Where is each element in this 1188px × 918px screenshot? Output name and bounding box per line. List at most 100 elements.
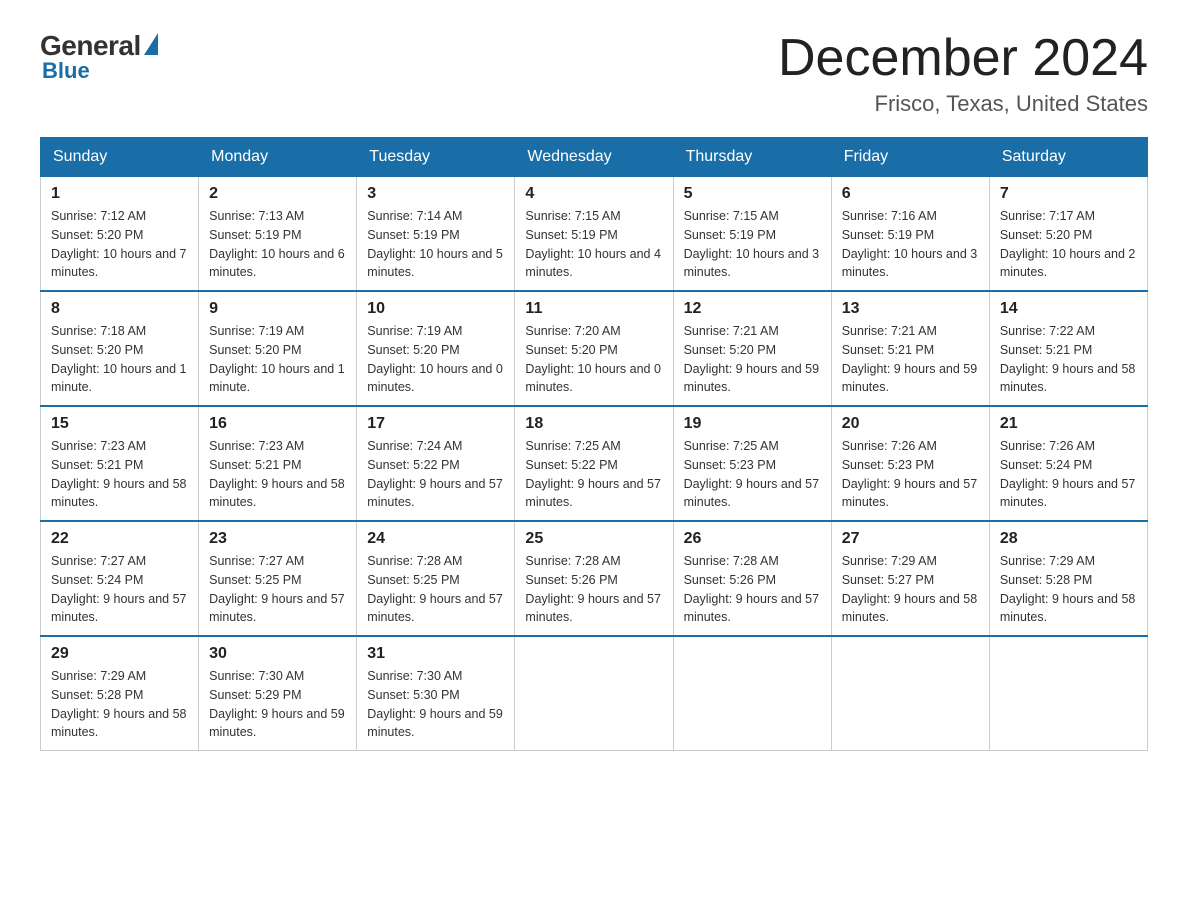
day-info: Sunrise: 7:23 AMSunset: 5:21 PMDaylight:… [51, 437, 188, 512]
day-number: 23 [209, 530, 346, 548]
day-number: 4 [525, 185, 662, 203]
day-info: Sunrise: 7:25 AMSunset: 5:23 PMDaylight:… [684, 437, 821, 512]
day-info: Sunrise: 7:15 AMSunset: 5:19 PMDaylight:… [525, 207, 662, 282]
day-info: Sunrise: 7:21 AMSunset: 5:21 PMDaylight:… [842, 322, 979, 397]
table-row: 14 Sunrise: 7:22 AMSunset: 5:21 PMDaylig… [989, 291, 1147, 406]
table-row: 13 Sunrise: 7:21 AMSunset: 5:21 PMDaylig… [831, 291, 989, 406]
table-row: 10 Sunrise: 7:19 AMSunset: 5:20 PMDaylig… [357, 291, 515, 406]
logo-blue-text: Blue [42, 58, 90, 84]
day-info: Sunrise: 7:21 AMSunset: 5:20 PMDaylight:… [684, 322, 821, 397]
table-row: 21 Sunrise: 7:26 AMSunset: 5:24 PMDaylig… [989, 406, 1147, 521]
day-info: Sunrise: 7:28 AMSunset: 5:25 PMDaylight:… [367, 552, 504, 627]
day-number: 17 [367, 415, 504, 433]
table-row: 8 Sunrise: 7:18 AMSunset: 5:20 PMDayligh… [41, 291, 199, 406]
table-row [989, 636, 1147, 751]
table-row: 15 Sunrise: 7:23 AMSunset: 5:21 PMDaylig… [41, 406, 199, 521]
day-number: 10 [367, 300, 504, 318]
day-info: Sunrise: 7:27 AMSunset: 5:25 PMDaylight:… [209, 552, 346, 627]
title-section: December 2024 Frisco, Texas, United Stat… [778, 30, 1148, 117]
day-number: 12 [684, 300, 821, 318]
col-thursday: Thursday [673, 138, 831, 177]
day-info: Sunrise: 7:23 AMSunset: 5:21 PMDaylight:… [209, 437, 346, 512]
day-info: Sunrise: 7:29 AMSunset: 5:28 PMDaylight:… [51, 667, 188, 742]
day-info: Sunrise: 7:26 AMSunset: 5:23 PMDaylight:… [842, 437, 979, 512]
day-number: 9 [209, 300, 346, 318]
day-number: 18 [525, 415, 662, 433]
logo-triangle-icon [144, 33, 158, 55]
day-info: Sunrise: 7:22 AMSunset: 5:21 PMDaylight:… [1000, 322, 1137, 397]
day-number: 3 [367, 185, 504, 203]
day-info: Sunrise: 7:27 AMSunset: 5:24 PMDaylight:… [51, 552, 188, 627]
day-number: 2 [209, 185, 346, 203]
day-number: 24 [367, 530, 504, 548]
day-info: Sunrise: 7:30 AMSunset: 5:29 PMDaylight:… [209, 667, 346, 742]
day-info: Sunrise: 7:24 AMSunset: 5:22 PMDaylight:… [367, 437, 504, 512]
day-number: 6 [842, 185, 979, 203]
col-saturday: Saturday [989, 138, 1147, 177]
table-row: 23 Sunrise: 7:27 AMSunset: 5:25 PMDaylig… [199, 521, 357, 636]
day-number: 29 [51, 645, 188, 663]
calendar-week-row: 29 Sunrise: 7:29 AMSunset: 5:28 PMDaylig… [41, 636, 1148, 751]
table-row: 26 Sunrise: 7:28 AMSunset: 5:26 PMDaylig… [673, 521, 831, 636]
calendar-header-row: Sunday Monday Tuesday Wednesday Thursday… [41, 138, 1148, 177]
table-row: 4 Sunrise: 7:15 AMSunset: 5:19 PMDayligh… [515, 177, 673, 292]
day-info: Sunrise: 7:19 AMSunset: 5:20 PMDaylight:… [209, 322, 346, 397]
day-info: Sunrise: 7:13 AMSunset: 5:19 PMDaylight:… [209, 207, 346, 282]
col-tuesday: Tuesday [357, 138, 515, 177]
calendar-week-row: 15 Sunrise: 7:23 AMSunset: 5:21 PMDaylig… [41, 406, 1148, 521]
day-info: Sunrise: 7:14 AMSunset: 5:19 PMDaylight:… [367, 207, 504, 282]
logo: General Blue [40, 30, 158, 84]
col-friday: Friday [831, 138, 989, 177]
table-row: 17 Sunrise: 7:24 AMSunset: 5:22 PMDaylig… [357, 406, 515, 521]
day-number: 30 [209, 645, 346, 663]
day-number: 26 [684, 530, 821, 548]
table-row [673, 636, 831, 751]
table-row [515, 636, 673, 751]
day-number: 21 [1000, 415, 1137, 433]
table-row: 6 Sunrise: 7:16 AMSunset: 5:19 PMDayligh… [831, 177, 989, 292]
table-row: 3 Sunrise: 7:14 AMSunset: 5:19 PMDayligh… [357, 177, 515, 292]
table-row: 31 Sunrise: 7:30 AMSunset: 5:30 PMDaylig… [357, 636, 515, 751]
table-row: 28 Sunrise: 7:29 AMSunset: 5:28 PMDaylig… [989, 521, 1147, 636]
day-number: 27 [842, 530, 979, 548]
day-number: 8 [51, 300, 188, 318]
day-info: Sunrise: 7:20 AMSunset: 5:20 PMDaylight:… [525, 322, 662, 397]
day-info: Sunrise: 7:12 AMSunset: 5:20 PMDaylight:… [51, 207, 188, 282]
day-number: 20 [842, 415, 979, 433]
table-row: 5 Sunrise: 7:15 AMSunset: 5:19 PMDayligh… [673, 177, 831, 292]
day-number: 25 [525, 530, 662, 548]
table-row: 29 Sunrise: 7:29 AMSunset: 5:28 PMDaylig… [41, 636, 199, 751]
day-number: 15 [51, 415, 188, 433]
col-wednesday: Wednesday [515, 138, 673, 177]
table-row [831, 636, 989, 751]
day-info: Sunrise: 7:29 AMSunset: 5:28 PMDaylight:… [1000, 552, 1137, 627]
day-number: 13 [842, 300, 979, 318]
day-info: Sunrise: 7:18 AMSunset: 5:20 PMDaylight:… [51, 322, 188, 397]
calendar-table: Sunday Monday Tuesday Wednesday Thursday… [40, 137, 1148, 751]
day-number: 5 [684, 185, 821, 203]
location-text: Frisco, Texas, United States [778, 91, 1148, 117]
table-row: 20 Sunrise: 7:26 AMSunset: 5:23 PMDaylig… [831, 406, 989, 521]
table-row: 9 Sunrise: 7:19 AMSunset: 5:20 PMDayligh… [199, 291, 357, 406]
day-number: 16 [209, 415, 346, 433]
day-info: Sunrise: 7:17 AMSunset: 5:20 PMDaylight:… [1000, 207, 1137, 282]
col-monday: Monday [199, 138, 357, 177]
calendar-week-row: 8 Sunrise: 7:18 AMSunset: 5:20 PMDayligh… [41, 291, 1148, 406]
calendar-week-row: 1 Sunrise: 7:12 AMSunset: 5:20 PMDayligh… [41, 177, 1148, 292]
day-info: Sunrise: 7:29 AMSunset: 5:27 PMDaylight:… [842, 552, 979, 627]
day-info: Sunrise: 7:25 AMSunset: 5:22 PMDaylight:… [525, 437, 662, 512]
day-info: Sunrise: 7:28 AMSunset: 5:26 PMDaylight:… [684, 552, 821, 627]
day-info: Sunrise: 7:28 AMSunset: 5:26 PMDaylight:… [525, 552, 662, 627]
day-number: 14 [1000, 300, 1137, 318]
table-row: 19 Sunrise: 7:25 AMSunset: 5:23 PMDaylig… [673, 406, 831, 521]
table-row: 16 Sunrise: 7:23 AMSunset: 5:21 PMDaylig… [199, 406, 357, 521]
day-number: 7 [1000, 185, 1137, 203]
table-row: 18 Sunrise: 7:25 AMSunset: 5:22 PMDaylig… [515, 406, 673, 521]
table-row: 27 Sunrise: 7:29 AMSunset: 5:27 PMDaylig… [831, 521, 989, 636]
day-info: Sunrise: 7:15 AMSunset: 5:19 PMDaylight:… [684, 207, 821, 282]
day-number: 11 [525, 300, 662, 318]
col-sunday: Sunday [41, 138, 199, 177]
day-info: Sunrise: 7:19 AMSunset: 5:20 PMDaylight:… [367, 322, 504, 397]
table-row: 22 Sunrise: 7:27 AMSunset: 5:24 PMDaylig… [41, 521, 199, 636]
month-title: December 2024 [778, 30, 1148, 87]
